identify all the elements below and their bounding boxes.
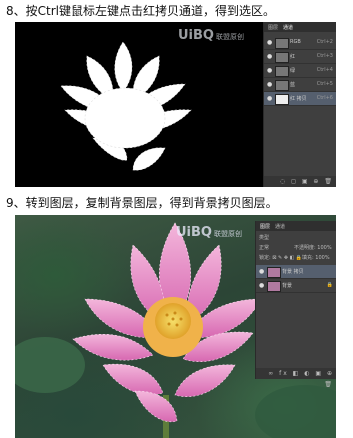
lock-icon: 🔒 (326, 282, 333, 288)
layer-name: 背景 拷贝 (282, 269, 304, 275)
channel-row-blue[interactable]: ● 蓝 Ctrl+5 (264, 78, 336, 92)
tab-channels[interactable]: 通道 (283, 24, 293, 31)
opacity-field[interactable]: 不透明度: 100% (294, 244, 332, 251)
eye-icon[interactable]: ● (267, 67, 272, 74)
channel-row-red-copy[interactable]: ● 红 拷贝 Ctrl+6 (264, 92, 336, 106)
watermark-logo: UiBQ 联盟原创 (178, 28, 244, 43)
channel-thumbnail (275, 94, 289, 105)
blend-mode-select[interactable]: 正常 (259, 244, 269, 251)
layer-row-background-copy[interactable]: ● 背景 拷贝 (256, 265, 336, 279)
channel-row-green[interactable]: ● 绿 Ctrl+4 (264, 64, 336, 78)
channel-name: 红 拷贝 (290, 96, 307, 102)
channel-thumbnail (275, 52, 289, 63)
channel-name: 蓝 (290, 82, 296, 88)
eye-icon[interactable]: ● (267, 95, 272, 102)
channel-name: 绿 (290, 68, 296, 74)
channel-row-red[interactable]: ● 红 Ctrl+3 (264, 50, 336, 64)
step-8-caption: 8、按Ctrl键鼠标左键点击红拷贝通道，得到选区。 (6, 4, 275, 18)
channel-shortcut: Ctrl+4 (316, 67, 333, 73)
step-9-caption: 9、转到图层，复制背景图层，得到背景拷贝图层。 (6, 196, 278, 210)
eye-icon[interactable]: ● (267, 81, 272, 88)
channel-shortcut: Ctrl+2 (316, 39, 333, 45)
panel-footer-icons[interactable]: ◌ ◻ ▣ ⊕ 🗑 (264, 176, 336, 187)
lock-controls[interactable]: 锁定: ⊠ ✎ ✥ ◧ 🔒 (259, 254, 302, 261)
channel-shortcut: Ctrl+3 (316, 53, 333, 59)
eye-icon[interactable]: ● (267, 39, 272, 46)
layer-thumbnail (267, 267, 281, 278)
tab-channels[interactable]: 通道 (275, 223, 285, 230)
channel-screenshot: UiBQ 联盟原创 图层 通道 ● RGB Ctrl+2 ● 红 Ctrl+3 ●… (15, 22, 336, 187)
channel-thumbnail (275, 38, 289, 49)
channel-shortcut: Ctrl+5 (316, 81, 333, 87)
layer-kind-filter[interactable]: 类型 (259, 234, 269, 241)
fill-field[interactable]: 填充: 100% (302, 254, 330, 261)
layer-row-background[interactable]: ● 背景 🔒 (256, 279, 336, 293)
watermark-logo: UiBQ 联盟原创 (176, 225, 242, 240)
channel-shortcut: Ctrl+6 (316, 95, 333, 101)
channels-panel: 图层 通道 ● RGB Ctrl+2 ● 红 Ctrl+3 ● 绿 Ctrl+4… (263, 22, 336, 187)
layer-name: 背景 (282, 283, 293, 289)
tab-layers[interactable]: 图层 (268, 24, 278, 31)
layers-panel: 图层 通道 类型 正常 不透明度: 100% 锁定: ⊠ ✎ ✥ ◧ 🔒 填充:… (255, 221, 336, 388)
eye-icon[interactable]: ● (267, 53, 272, 60)
channel-name: RGB (290, 39, 301, 45)
layers-screenshot: UiBQ 联盟原创 图层 通道 类型 正常 不透明度: 100% 锁定: ⊠ ✎ … (15, 215, 336, 438)
panel-footer-icons[interactable]: ∞ fx ◧ ◐ ▣ ⊕ 🗑 (256, 368, 336, 388)
channel-thumbnail (275, 66, 289, 77)
layer-thumbnail (267, 281, 281, 292)
eye-icon[interactable]: ● (259, 282, 264, 289)
channel-row-rgb[interactable]: ● RGB Ctrl+2 (264, 36, 336, 50)
channel-name: 红 (290, 54, 296, 60)
panel-tabs: 图层 通道 (256, 221, 336, 231)
panel-tabs: 图层 通道 (264, 22, 336, 32)
eye-icon[interactable]: ● (259, 268, 264, 275)
channel-thumbnail (275, 80, 289, 91)
tab-layers[interactable]: 图层 (260, 223, 270, 230)
